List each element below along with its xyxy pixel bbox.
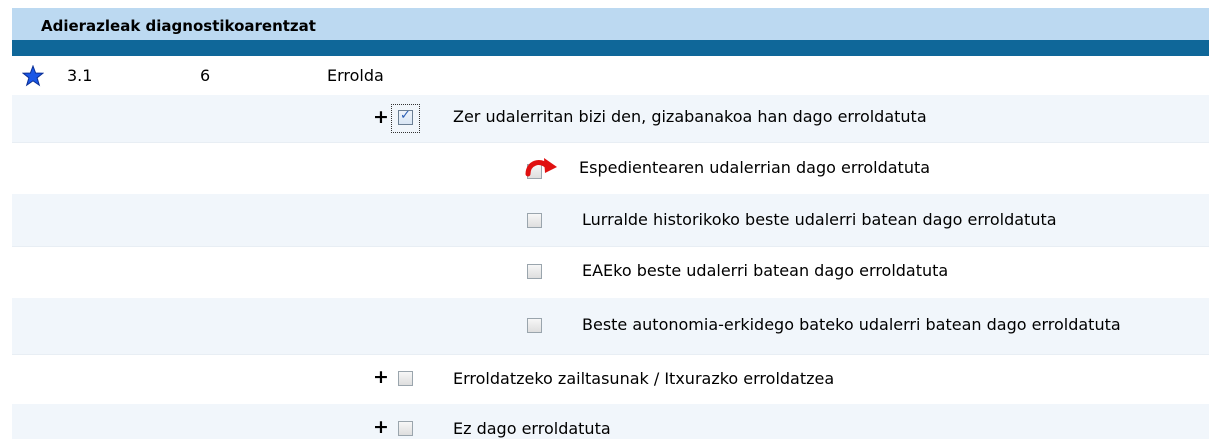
question-label: Ez dago erroldatuta	[453, 419, 611, 438]
option-label: Espedientearen udalerrian dago erroldatu…	[579, 158, 931, 177]
option-label: Beste autonomia-erkidego bateko udalerri…	[582, 315, 1121, 334]
question-row: + Ez dago erroldatuta	[12, 404, 1209, 439]
option-row: Lurralde historikoko beste udalerri bate…	[12, 194, 1209, 247]
option-checkbox[interactable]	[527, 318, 542, 333]
section-row: 3.1 6 Errolda	[12, 56, 1209, 96]
plus-icon[interactable]: +	[373, 418, 389, 437]
header-divider-bar	[12, 40, 1209, 56]
option-row: Beste autonomia-erkidego bateko udalerri…	[12, 298, 1209, 355]
option-label: Lurralde historikoko beste udalerri bate…	[582, 210, 1057, 229]
star-icon[interactable]	[22, 65, 44, 87]
question-row: + Erroldatzeko zailtasunak / Itxurazko e…	[12, 354, 1209, 405]
question-checkbox[interactable]	[398, 371, 413, 386]
section-count: 6	[200, 66, 211, 85]
panel-title: Adierazleak diagnostikoarentzat	[41, 17, 316, 35]
section-code: 3.1	[67, 66, 93, 85]
refresh-arrow-icon	[525, 158, 557, 177]
question-label: Erroldatzeko zailtasunak / Itxurazko err…	[453, 369, 835, 388]
panel-header: Adierazleak diagnostikoarentzat	[12, 8, 1209, 40]
plus-icon[interactable]: +	[373, 108, 389, 127]
option-label: EAEko beste udalerri batean dago errolda…	[582, 261, 949, 280]
option-checkbox[interactable]	[527, 213, 542, 228]
question-checkbox[interactable]: ✓	[398, 108, 413, 125]
question-checkbox[interactable]	[398, 421, 413, 436]
plus-icon[interactable]: +	[373, 368, 389, 387]
option-checkbox[interactable]	[527, 264, 542, 279]
section-name: Errolda	[327, 66, 384, 85]
indicator-panel: Adierazleak diagnostikoarentzat 3.1 6 Er…	[12, 0, 1209, 439]
option-row: EAEko beste udalerri batean dago errolda…	[12, 246, 1209, 299]
option-row: Espedientearen udalerrian dago erroldatu…	[12, 142, 1209, 195]
checkmark-icon: ✓	[400, 108, 411, 123]
question-row: + ✓ Zer udalerritan bizi den, gizabanako…	[12, 95, 1209, 143]
question-label: Zer udalerritan bizi den, gizabanakoa ha…	[453, 107, 927, 126]
